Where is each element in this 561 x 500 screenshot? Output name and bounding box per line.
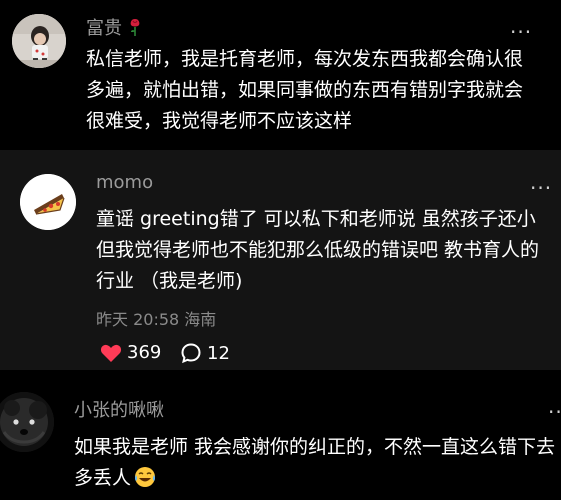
more-options-button[interactable]: ··· (510, 22, 532, 42)
like-button[interactable]: 369 (100, 342, 161, 363)
reply-button[interactable]: 12 (180, 342, 230, 364)
comment-item: 小张的啾啾 ··· 如果我是老师 我会感谢你的纠正的，不然一直这么错下去多丢人 (0, 370, 561, 500)
like-count: 369 (127, 342, 162, 363)
reply-count: 12 (207, 342, 230, 364)
puppy-photo-avatar-image (0, 392, 54, 452)
comment-bubble-icon (181, 343, 201, 364)
crying-laughing-face-emoji-icon (135, 467, 156, 487)
comment-text: 童谣 greeting错了 可以私下和老师说 虽然孩子还小 但我觉得老师也不能犯… (96, 208, 540, 292)
username-text[interactable]: 富贵 (86, 18, 122, 39)
username[interactable]: 富贵 (86, 14, 142, 40)
username[interactable]: 小张的啾啾 (74, 396, 164, 422)
avatar[interactable] (12, 14, 66, 68)
rose-emoji-icon (130, 19, 140, 36)
comment-item-highlighted: momo ··· 童谣 greeting错了 可以私下和老师说 虽然孩子还小 但… (0, 150, 561, 370)
comment-text: 私信老师，我是托育老师，每次发东西我都会确认很多遍，就怕出错，如果同事做的东西有… (86, 48, 524, 132)
more-options-button[interactable]: ··· (530, 178, 552, 198)
avatar[interactable] (0, 392, 54, 452)
username[interactable]: momo (96, 172, 153, 193)
comment-text: 如果我是老师 我会感谢你的纠正的，不然一直这么错下去多丢人 (74, 432, 558, 494)
child-photo-avatar-image (12, 14, 66, 68)
pizza-slice-icon (20, 174, 76, 230)
comment-meta: 昨天 20:58 海南 (96, 310, 217, 329)
more-options-button[interactable]: ··· (548, 402, 561, 422)
avatar[interactable] (20, 174, 76, 230)
comment-item: 富贵 ··· 私信老师，我是托育老师，每次发东西我都会确认很多遍，就怕出错，如果… (0, 0, 561, 150)
heart-icon (100, 344, 122, 362)
